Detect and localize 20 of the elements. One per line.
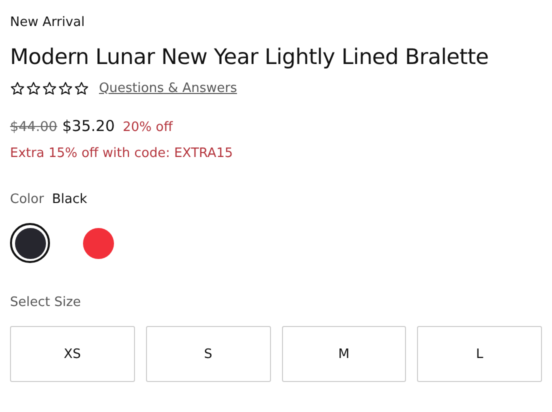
promo-text: Extra 15% off with code: EXTRA15 [10, 146, 234, 161]
color-label: Color [10, 192, 44, 207]
discount-label: 20% off [122, 120, 173, 135]
questions-link[interactable]: Questions & Answers [99, 80, 237, 96]
size-option[interactable]: L [417, 326, 542, 382]
original-price: $44.00 [10, 119, 58, 135]
color-value: Black [52, 192, 88, 207]
star-icon [74, 80, 89, 96]
new-arrival-label: New Arrival [10, 14, 86, 32]
size-option[interactable]: S [146, 326, 270, 382]
color-swatch[interactable] [10, 223, 50, 263]
star-icon [26, 80, 41, 96]
size-option[interactable]: M [282, 326, 406, 382]
sale-price: $35.20 [62, 117, 115, 135]
star-icon [58, 80, 73, 96]
product-title: Modern Lunar New Year Lightly Lined Bralette [10, 44, 490, 72]
star-icon [42, 80, 57, 96]
size-option[interactable]: XS [10, 326, 135, 382]
size-label: Select Size [10, 295, 82, 310]
star-icon [10, 80, 25, 96]
